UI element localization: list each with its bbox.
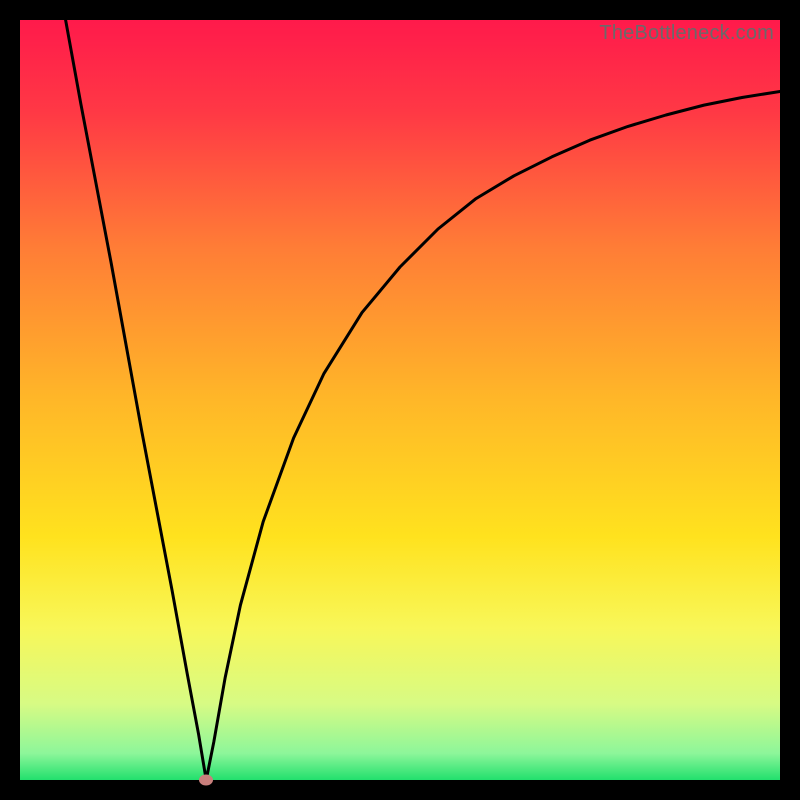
watermark-text: TheBottleneck.com — [599, 22, 774, 45]
bottleneck-chart — [20, 20, 780, 780]
chart-frame: TheBottleneck.com — [20, 20, 780, 780]
minimum-marker — [199, 775, 213, 786]
gradient-background — [20, 20, 780, 780]
